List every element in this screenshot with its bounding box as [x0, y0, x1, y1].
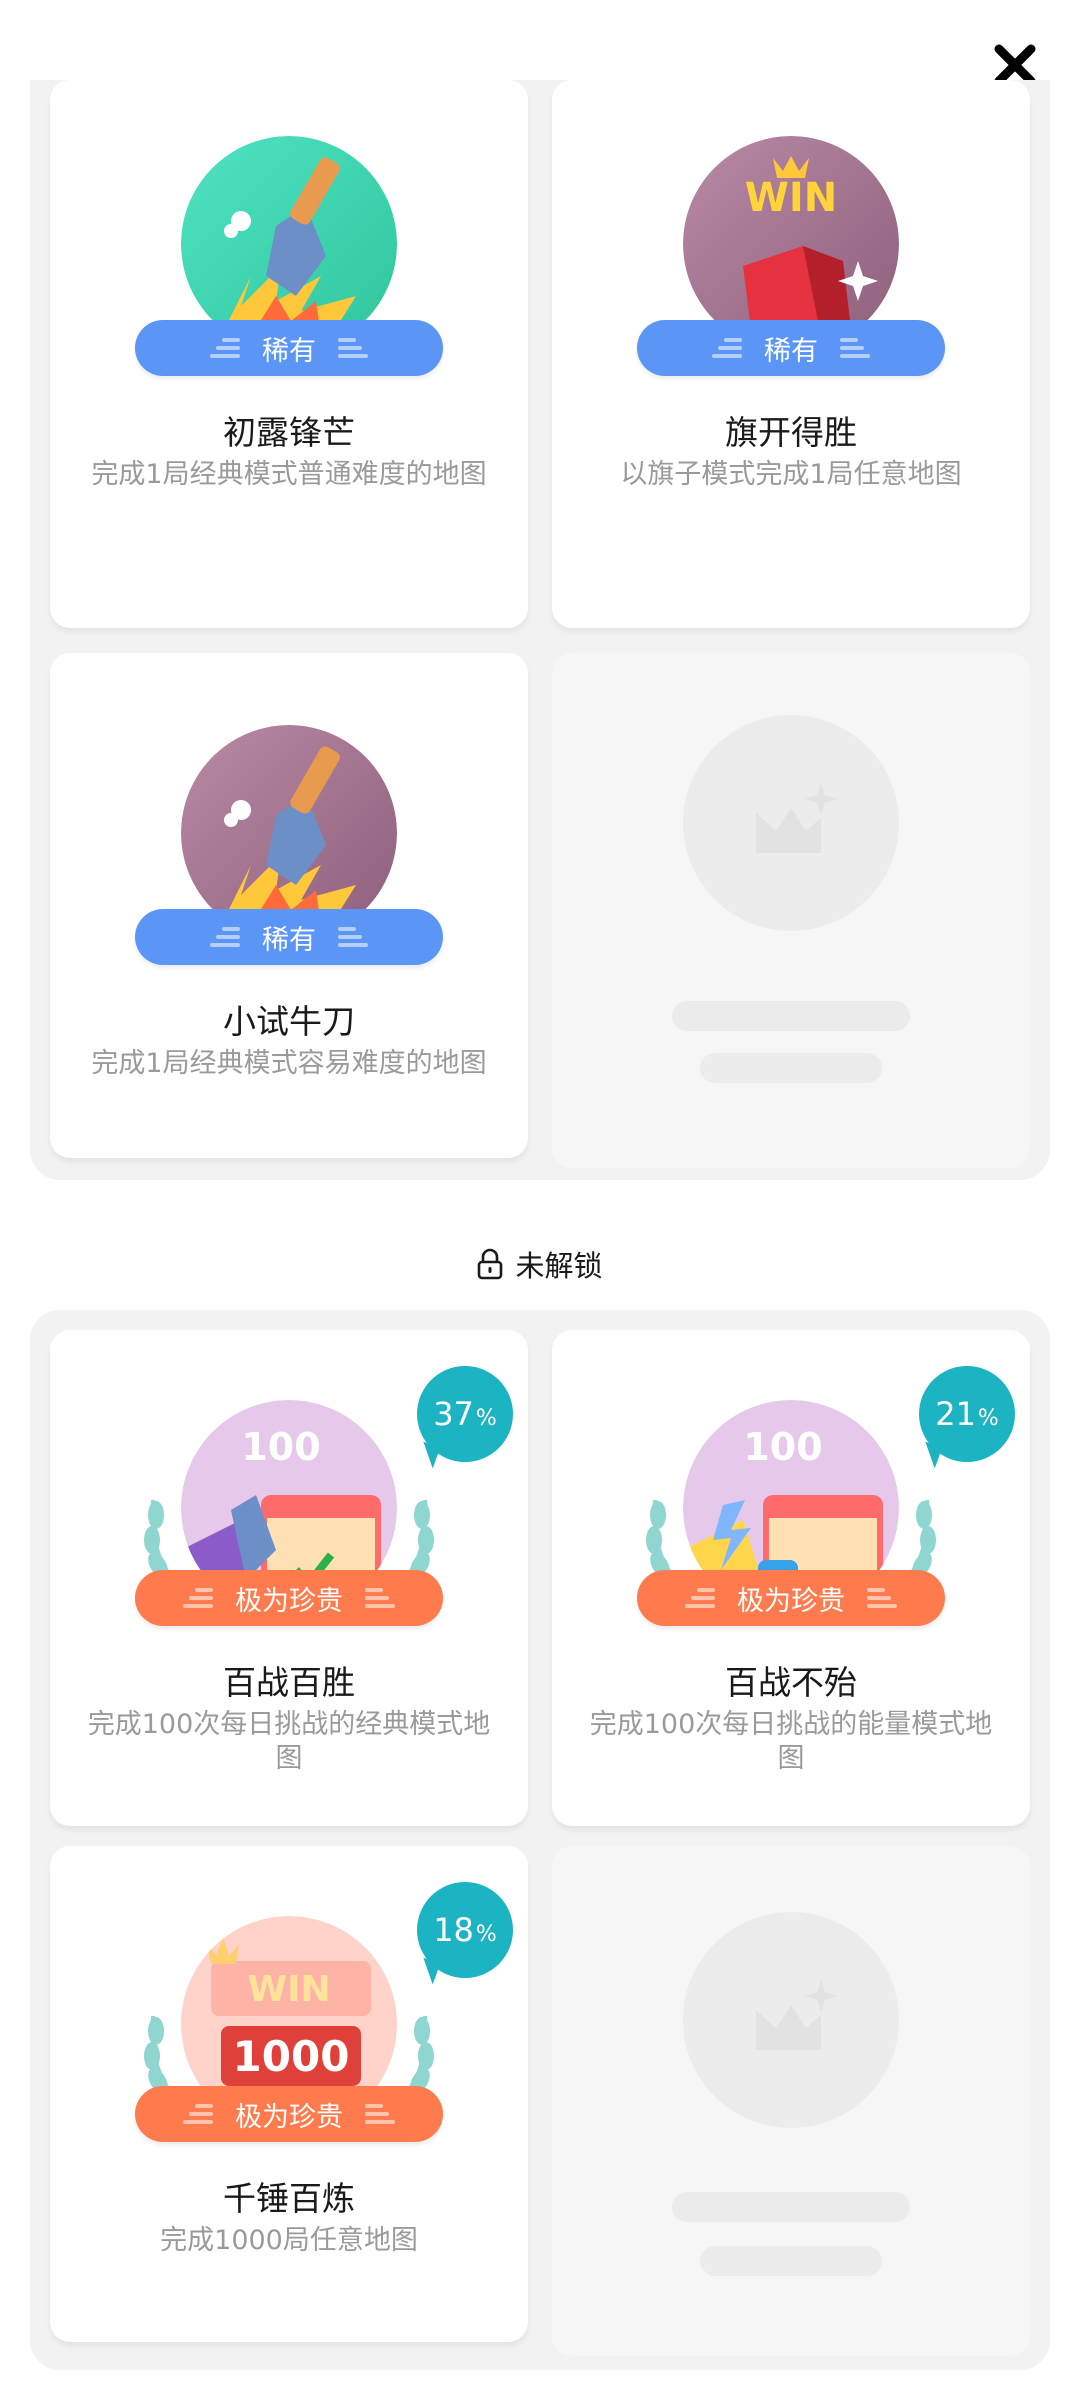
- rarity-label: 稀有: [262, 335, 316, 367]
- crown-placeholder-icon: [756, 783, 837, 853]
- rarity-label: 极为珍贵: [737, 1585, 845, 1617]
- achievement-title: 初露锋芒: [223, 413, 355, 452]
- crown-placeholder-icon: [756, 1980, 837, 2050]
- achievement-description: 完成1000局任意地图: [160, 2225, 418, 2256]
- svg-text:100: 100: [743, 1425, 822, 1469]
- rarity-label: 极为珍贵: [235, 1585, 343, 1617]
- achievement-title: 百战不殆: [725, 1663, 857, 1702]
- lock-icon: [478, 1248, 503, 1280]
- rarity-tag: 极为珍贵: [135, 1570, 443, 1626]
- rarity-tag: 稀有: [135, 909, 443, 965]
- locked-section-header: 未解锁: [0, 1243, 1080, 1285]
- unlocked-achievements-panel: 稀有 初露锋芒 完成1局经典模式普通难度的地图 WIN 稀有 旗开得胜 以旗子模…: [30, 80, 1050, 1180]
- locked-achievements-panel: 100 37% 极为珍贵 百战百胜 完成100次每日挑战的经典模式地图 100 …: [30, 1310, 1050, 2370]
- achievement-title: 百战百胜: [223, 1663, 355, 1702]
- rarity-label: 极为珍贵: [235, 2101, 343, 2133]
- rarity-tag: 稀有: [135, 320, 443, 376]
- placeholder-card: [552, 1846, 1030, 2356]
- placeholder-desc-bar: [700, 2246, 882, 2276]
- progress-unit: %: [475, 1405, 497, 1431]
- achievement-description: 完成100次每日挑战的经典模式地图: [87, 1709, 491, 1774]
- achievement-card[interactable]: 100 21% 极为珍贵 百战不殆 完成100次每日挑战的能量模式地图: [552, 1330, 1030, 1826]
- placeholder-badge: [683, 715, 899, 931]
- achievement-card[interactable]: 稀有 小试牛刀 完成1局经典模式容易难度的地图: [50, 653, 528, 1158]
- achievement-card[interactable]: 稀有 初露锋芒 完成1局经典模式普通难度的地图: [50, 80, 528, 628]
- rarity-label: 稀有: [262, 924, 316, 956]
- locked-section-label: 未解锁: [515, 1249, 603, 1283]
- achievement-description: 以旗子模式完成1局任意地图: [620, 459, 962, 490]
- rarity-tag: 稀有: [637, 320, 945, 376]
- progress-unit: %: [475, 1921, 497, 1947]
- progress-value: 37: [433, 1395, 474, 1433]
- placeholder-title-bar: [672, 1001, 910, 1031]
- svg-text:1000: 1000: [233, 2032, 350, 2081]
- achievement-description: 完成100次每日挑战的能量模式地图: [589, 1709, 993, 1774]
- progress-bubble: 37%: [417, 1366, 513, 1462]
- achievement-card[interactable]: WIN 稀有 旗开得胜 以旗子模式完成1局任意地图: [552, 80, 1030, 628]
- placeholder-title-bar: [672, 2192, 910, 2222]
- achievement-title: 小试牛刀: [223, 1002, 355, 1041]
- svg-text:100: 100: [241, 1425, 320, 1469]
- rarity-tag: 极为珍贵: [135, 2086, 443, 2142]
- svg-text:WIN: WIN: [745, 175, 837, 221]
- rarity-tag: 极为珍贵: [637, 1570, 945, 1626]
- placeholder-card: [552, 653, 1030, 1168]
- achievement-description: 完成1局经典模式容易难度的地图: [91, 1048, 487, 1079]
- progress-bubble: 18%: [417, 1882, 513, 1978]
- progress-bubble: 21%: [919, 1366, 1015, 1462]
- placeholder-desc-bar: [700, 1053, 882, 1083]
- progress-value: 21: [935, 1395, 976, 1433]
- progress-value: 18: [433, 1911, 474, 1949]
- placeholder-badge: [683, 1912, 899, 2128]
- rarity-label: 稀有: [764, 335, 818, 367]
- achievement-title: 旗开得胜: [725, 413, 857, 452]
- achievement-card[interactable]: WIN 1000 18% 极为珍贵 千锤百炼 完成1000局任意地图: [50, 1846, 528, 2342]
- achievement-card[interactable]: 100 37% 极为珍贵 百战百胜 完成100次每日挑战的经典模式地图: [50, 1330, 528, 1826]
- achievement-title: 千锤百炼: [223, 2179, 355, 2218]
- progress-unit: %: [977, 1405, 999, 1431]
- achievement-description: 完成1局经典模式普通难度的地图: [91, 459, 487, 490]
- svg-text:WIN: WIN: [247, 1969, 330, 2010]
